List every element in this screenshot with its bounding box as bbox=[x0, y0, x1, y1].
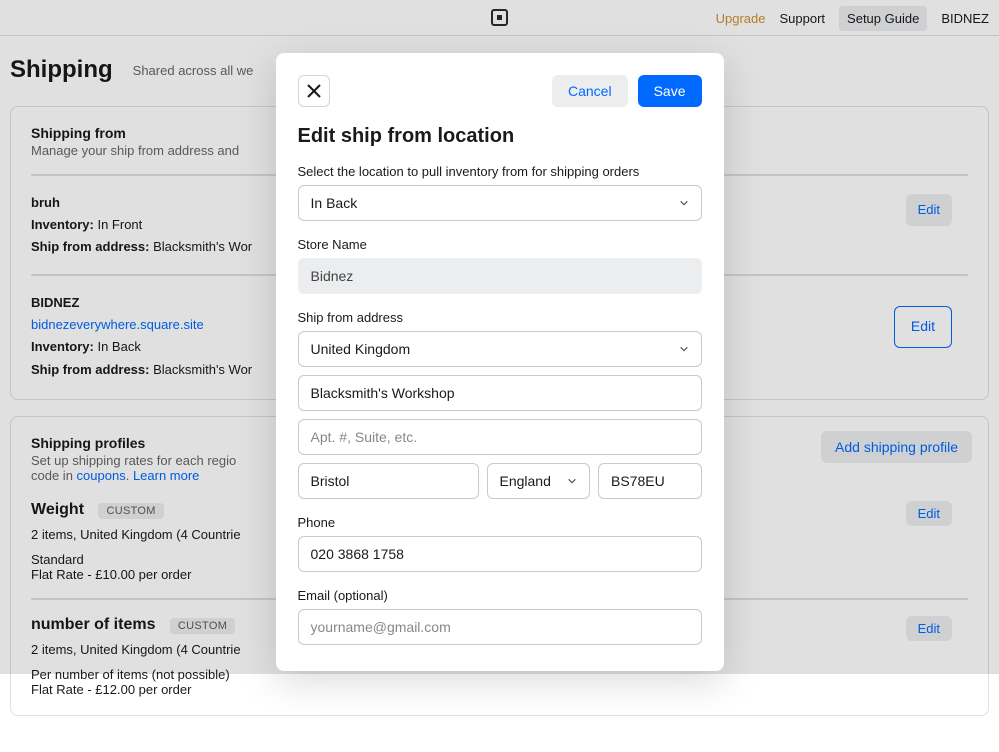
street2-placeholder: Apt. #, Suite, etc. bbox=[311, 429, 418, 445]
postal-input[interactable]: BS78EU bbox=[598, 463, 702, 499]
save-button[interactable]: Save bbox=[638, 75, 702, 107]
city-value: Bristol bbox=[311, 473, 350, 489]
select-value: In Back bbox=[311, 195, 358, 211]
postal-value: BS78EU bbox=[611, 473, 665, 489]
store-name-field: Bidnez bbox=[298, 258, 702, 294]
profile-detail: Flat Rate - £12.00 per order bbox=[31, 682, 968, 697]
street1-input[interactable]: Blacksmith's Workshop bbox=[298, 375, 702, 411]
chevron-down-icon bbox=[679, 198, 689, 208]
phone-label: Phone bbox=[298, 515, 702, 530]
phone-input[interactable]: 020 3868 1758 bbox=[298, 536, 702, 572]
close-button[interactable] bbox=[298, 75, 330, 107]
email-label: Email (optional) bbox=[298, 588, 702, 603]
store-name-label: Store Name bbox=[298, 237, 702, 252]
select-value: United Kingdom bbox=[311, 341, 411, 357]
cancel-button[interactable]: Cancel bbox=[552, 75, 628, 107]
shipfrom-address-label: Ship from address bbox=[298, 310, 702, 325]
chevron-down-icon bbox=[679, 344, 689, 354]
region-select[interactable]: England bbox=[487, 463, 591, 499]
email-placeholder: yourname@gmail.com bbox=[311, 619, 451, 635]
store-name-value: Bidnez bbox=[311, 268, 354, 284]
select-value: England bbox=[500, 473, 551, 489]
phone-value: 020 3868 1758 bbox=[311, 546, 404, 562]
email-input[interactable]: yourname@gmail.com bbox=[298, 609, 702, 645]
close-icon bbox=[307, 84, 321, 98]
street2-input[interactable]: Apt. #, Suite, etc. bbox=[298, 419, 702, 455]
edit-shipfrom-modal: Cancel Save Edit ship from location Sele… bbox=[276, 53, 724, 671]
inventory-location-label: Select the location to pull inventory fr… bbox=[298, 164, 702, 179]
street1-value: Blacksmith's Workshop bbox=[311, 385, 455, 401]
country-select[interactable]: United Kingdom bbox=[298, 331, 702, 367]
city-input[interactable]: Bristol bbox=[298, 463, 479, 499]
inventory-location-select[interactable]: In Back bbox=[298, 185, 702, 221]
chevron-down-icon bbox=[567, 476, 577, 486]
modal-title: Edit ship from location bbox=[298, 125, 702, 148]
